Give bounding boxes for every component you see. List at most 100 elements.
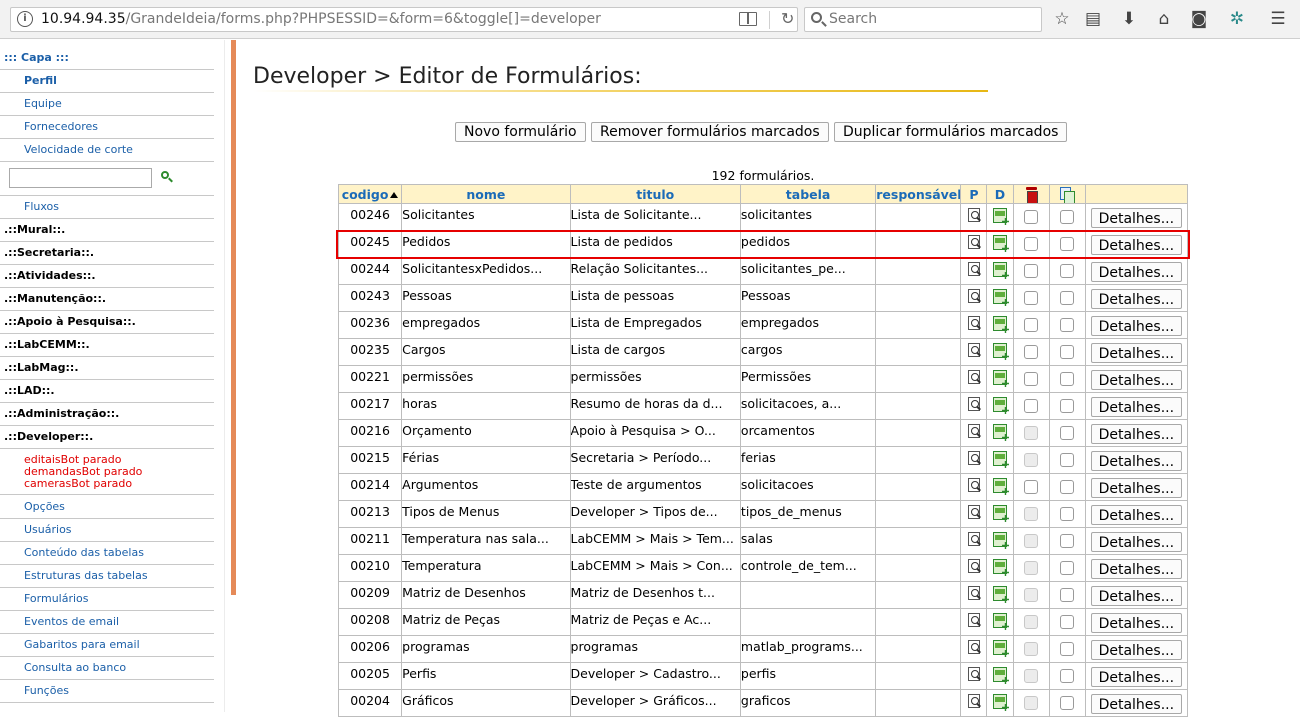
nav-gabaritos-para-email[interactable]: Gabaritos para email	[0, 634, 214, 657]
design-icon[interactable]	[992, 262, 1007, 277]
duplicate-checkbox[interactable]	[1060, 534, 1075, 548]
duplicate-checkbox[interactable]	[1060, 237, 1075, 251]
preview-icon[interactable]	[967, 235, 980, 249]
nav-conteudo-das-tabelas[interactable]: Conteúdo das tabelas	[0, 542, 214, 565]
nav-consulta-ao-banco[interactable]: Consulta ao banco	[0, 657, 214, 680]
preview-icon[interactable]	[967, 424, 980, 438]
design-icon[interactable]	[992, 586, 1007, 601]
preview-icon[interactable]	[967, 640, 980, 654]
design-icon[interactable]	[992, 559, 1007, 574]
design-icon[interactable]	[992, 532, 1007, 547]
preview-icon[interactable]	[967, 667, 980, 681]
col-nome[interactable]: nome	[401, 184, 571, 204]
col-titulo[interactable]: titulo	[569, 184, 741, 204]
new-form-button[interactable]: Novo formulário	[455, 122, 586, 142]
details-button[interactable]: Detalhes...	[1090, 667, 1182, 687]
details-button[interactable]: Detalhes...	[1090, 289, 1182, 309]
design-icon[interactable]	[992, 424, 1007, 439]
duplicate-checkbox[interactable]	[1060, 291, 1075, 305]
preview-icon[interactable]	[967, 397, 980, 411]
details-button[interactable]: Detalhes...	[1090, 505, 1182, 525]
nav-formularios[interactable]: Formulários	[0, 588, 214, 611]
reload-icon[interactable]: ↻	[781, 9, 794, 28]
download-icon[interactable]: ⬇	[1119, 9, 1139, 29]
details-button[interactable]: Detalhes...	[1090, 397, 1182, 417]
delete-checkbox[interactable]	[1024, 372, 1039, 386]
nav-section-manutencao[interactable]: .::Manutenção::.	[0, 288, 214, 311]
details-button[interactable]: Detalhes...	[1090, 640, 1182, 660]
nav-section-lad[interactable]: .::LAD::.	[0, 380, 214, 403]
design-icon[interactable]	[992, 478, 1007, 493]
preview-icon[interactable]	[967, 316, 980, 330]
col-tabela[interactable]: tabela	[739, 184, 877, 204]
nav-capa[interactable]: ::: Capa :::	[0, 47, 214, 70]
nav-section-developer[interactable]: .::Developer::.	[0, 426, 214, 449]
nav-fornecedores[interactable]: Fornecedores	[0, 116, 214, 139]
design-icon[interactable]	[992, 451, 1007, 466]
nav-search-input[interactable]	[9, 168, 152, 188]
url-bar[interactable]: i 10.94.94.35/GrandeIdeia/forms.php?PHPS…	[10, 7, 798, 32]
nav-section-secretaria[interactable]: .::Secretaria::.	[0, 242, 214, 265]
details-button[interactable]: Detalhes...	[1090, 694, 1182, 714]
delete-checkbox[interactable]	[1024, 318, 1039, 332]
nav-opcoes[interactable]: Opções	[0, 496, 214, 519]
pocket-icon[interactable]: ◙	[1189, 9, 1209, 29]
delete-checkbox[interactable]	[1024, 237, 1039, 251]
duplicate-checkbox[interactable]	[1060, 264, 1075, 278]
design-icon[interactable]	[992, 397, 1007, 412]
duplicate-checkbox[interactable]	[1060, 318, 1075, 332]
duplicate-checkbox[interactable]	[1060, 615, 1075, 629]
duplicate-checkbox[interactable]	[1060, 480, 1075, 494]
duplicate-checkbox[interactable]	[1060, 642, 1075, 656]
preview-icon[interactable]	[967, 613, 980, 627]
nav-eventos-de-email[interactable]: Eventos de email	[0, 611, 214, 634]
duplicate-checkbox[interactable]	[1060, 426, 1075, 440]
bookmark-star-icon[interactable]: ☆	[1052, 9, 1072, 29]
design-icon[interactable]	[992, 694, 1007, 709]
details-button[interactable]: Detalhes...	[1090, 235, 1182, 255]
delete-checkbox[interactable]	[1024, 264, 1039, 278]
delete-checkbox[interactable]	[1024, 345, 1039, 359]
design-icon[interactable]	[992, 208, 1007, 223]
duplicate-checkbox[interactable]	[1060, 399, 1075, 413]
nav-section-apoio-pesquisa[interactable]: .::Apoio à Pesquisa::.	[0, 311, 214, 334]
preview-icon[interactable]	[967, 532, 980, 546]
preview-icon[interactable]	[967, 370, 980, 384]
nav-fluxos[interactable]: Fluxos	[0, 196, 214, 219]
extension-icon[interactable]: ✲	[1227, 9, 1247, 29]
details-button[interactable]: Detalhes...	[1090, 370, 1182, 390]
delete-checkbox[interactable]	[1024, 210, 1039, 224]
delete-checkbox[interactable]	[1024, 399, 1039, 413]
design-icon[interactable]	[992, 640, 1007, 655]
details-button[interactable]: Detalhes...	[1090, 208, 1182, 228]
menu-icon[interactable]: ☰	[1268, 9, 1288, 29]
site-info-icon[interactable]: i	[17, 11, 33, 27]
details-button[interactable]: Detalhes...	[1090, 262, 1182, 282]
duplicate-checkbox[interactable]	[1060, 588, 1075, 602]
preview-icon[interactable]	[967, 559, 980, 573]
design-icon[interactable]	[992, 505, 1007, 520]
preview-icon[interactable]	[967, 586, 980, 600]
details-button[interactable]: Detalhes...	[1090, 559, 1182, 579]
design-icon[interactable]	[992, 235, 1007, 250]
home-icon[interactable]: ⌂	[1154, 9, 1174, 29]
design-icon[interactable]	[992, 343, 1007, 358]
preview-icon[interactable]	[967, 478, 980, 492]
preview-icon[interactable]	[967, 694, 980, 708]
preview-icon[interactable]	[967, 208, 980, 222]
duplicate-checkbox[interactable]	[1060, 696, 1075, 710]
duplicate-checkbox[interactable]	[1060, 372, 1075, 386]
design-icon[interactable]	[992, 667, 1007, 682]
nav-velocidade-de-corte[interactable]: Velocidade de corte	[0, 139, 214, 162]
duplicate-marked-forms-button[interactable]: Duplicar formulários marcados	[834, 122, 1068, 142]
url-text[interactable]: 10.94.94.35/GrandeIdeia/forms.php?PHPSES…	[41, 11, 601, 27]
nav-perfil[interactable]: Perfil	[0, 70, 214, 93]
duplicate-checkbox[interactable]	[1060, 453, 1075, 467]
nav-equipe[interactable]: Equipe	[0, 93, 214, 116]
details-button[interactable]: Detalhes...	[1090, 343, 1182, 363]
delete-checkbox[interactable]	[1024, 480, 1039, 494]
preview-icon[interactable]	[967, 262, 980, 276]
nav-section-atividades[interactable]: .::Atividades::.	[0, 265, 214, 288]
nav-search-icon[interactable]	[161, 171, 173, 183]
nav-section-mural[interactable]: .::Mural::.	[0, 219, 214, 242]
